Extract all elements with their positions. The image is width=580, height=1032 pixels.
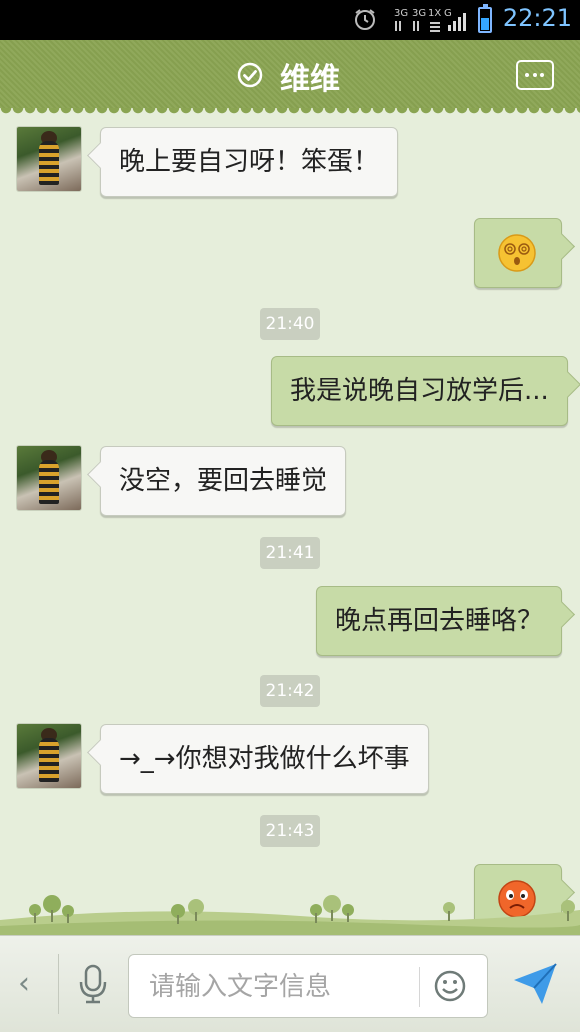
message-bubble-incoming[interactable]: 没空，要回去睡觉 — [100, 446, 347, 516]
message-bubble-incoming[interactable]: 晚上要自习呀！笨蛋！ — [100, 127, 399, 197]
scenery-decoration — [0, 895, 580, 935]
message-input-field[interactable] — [128, 954, 488, 1018]
check-circle-icon — [237, 62, 263, 88]
mic-icon[interactable] — [76, 964, 110, 1004]
battery-icon — [478, 4, 492, 33]
status-time: 22:21 — [502, 4, 572, 32]
alarm-clock-icon — [355, 9, 375, 30]
message-timestamp: 21:43 — [260, 815, 320, 847]
status-bar: 3G 3G 1X G 22:21 — [0, 0, 580, 40]
send-icon[interactable] — [512, 962, 558, 1006]
input-bar: ‹ — [0, 935, 580, 1032]
divider — [419, 967, 420, 1007]
message-timestamp: 21:41 — [260, 537, 320, 569]
avatar[interactable] — [16, 445, 82, 511]
message-bubble-outgoing[interactable] — [474, 218, 562, 288]
contact-name: 维维 — [280, 62, 340, 97]
svg-text:3G: 3G — [394, 8, 408, 19]
message-bubble-incoming[interactable]: →_→你想对我做什么坏事 — [100, 724, 429, 794]
dizzy-face-icon — [498, 234, 536, 272]
svg-text:3G: 3G — [412, 8, 426, 19]
message-bubble-outgoing[interactable]: 晚点再回去睡咯？ — [316, 586, 563, 656]
avatar[interactable] — [16, 723, 82, 789]
smiley-icon[interactable] — [433, 969, 467, 1003]
message-input[interactable] — [147, 967, 411, 1007]
message-timestamp: 21:42 — [260, 675, 320, 707]
chat-header: 维维 — [0, 40, 580, 114]
signal-bars-icon: 3G 3G 1X G — [394, 8, 466, 32]
more-dots-icon[interactable] — [516, 60, 554, 90]
svg-text:1X: 1X — [428, 8, 441, 19]
svg-text:G: G — [444, 8, 452, 19]
chevron-left-icon[interactable]: ‹ — [18, 966, 30, 1001]
divider — [58, 954, 59, 1014]
message-bubble-outgoing[interactable]: 我是说晚自习放学后... — [271, 356, 568, 426]
message-timestamp: 21:40 — [260, 308, 320, 340]
avatar[interactable] — [16, 126, 82, 192]
